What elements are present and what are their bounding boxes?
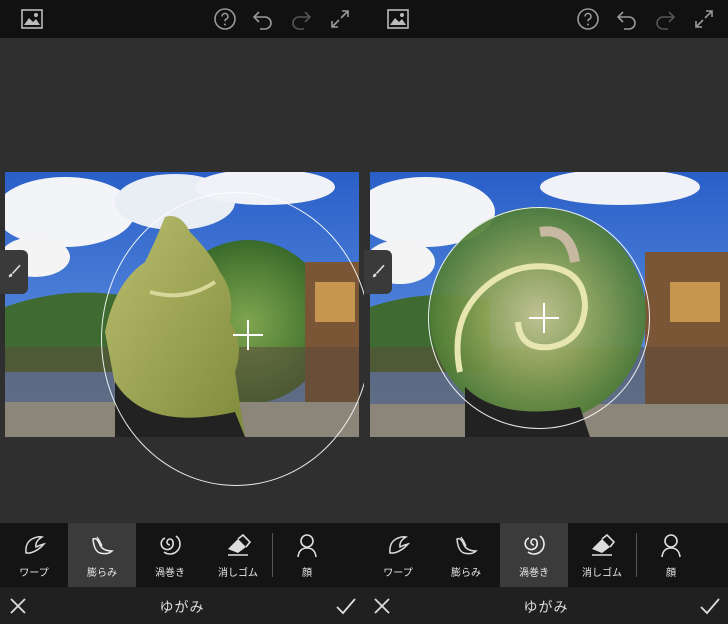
bottom-action-bar: ゆがみ bbox=[0, 587, 364, 624]
confirm-check-icon[interactable] bbox=[334, 594, 358, 618]
tool-face[interactable]: 顔 bbox=[637, 523, 705, 587]
top-toolbar bbox=[0, 0, 364, 38]
tool-label: 渦巻き bbox=[155, 568, 185, 579]
confirm-check-icon[interactable] bbox=[698, 594, 722, 618]
tool-label: ワープ bbox=[383, 568, 413, 579]
face-icon bbox=[297, 534, 317, 558]
warp-icon bbox=[389, 536, 411, 554]
bulge-icon bbox=[456, 536, 478, 555]
brush-icon bbox=[8, 264, 21, 278]
image-gallery-icon[interactable] bbox=[384, 5, 412, 33]
tool-bulge[interactable]: 膨らみ bbox=[68, 523, 136, 587]
tool-label: 膨らみ bbox=[451, 568, 481, 579]
tool-swirl[interactable]: 渦巻き bbox=[136, 523, 204, 587]
brush-settings-tab[interactable] bbox=[0, 250, 28, 294]
tool-label: 顔 bbox=[302, 568, 312, 579]
undo-icon[interactable] bbox=[613, 5, 641, 33]
tool-label: 消しゴム bbox=[218, 568, 258, 579]
brush-settings-tab[interactable] bbox=[364, 250, 392, 294]
tool-eraser[interactable]: 消しゴム bbox=[204, 523, 272, 587]
tool-eraser[interactable]: 消しゴム bbox=[568, 523, 636, 587]
help-icon[interactable] bbox=[211, 5, 239, 33]
top-toolbar bbox=[364, 0, 728, 38]
bottom-action-bar: ゆがみ bbox=[364, 587, 728, 624]
tool-warp[interactable]: ワープ bbox=[364, 523, 432, 587]
fullscreen-icon[interactable] bbox=[326, 5, 354, 33]
tool-label: 顔 bbox=[666, 568, 676, 579]
image-gallery-icon[interactable] bbox=[18, 5, 46, 33]
tool-warp[interactable]: ワープ bbox=[0, 523, 68, 587]
tool-face[interactable]: 顔 bbox=[273, 523, 341, 587]
face-icon bbox=[661, 534, 681, 558]
photo-canvas[interactable] bbox=[370, 172, 728, 437]
bulge-icon bbox=[92, 536, 114, 555]
tool-label: 膨らみ bbox=[87, 568, 117, 579]
undo-icon[interactable] bbox=[249, 5, 277, 33]
tool-label: 消しゴム bbox=[582, 568, 622, 579]
tool-label: 渦巻き bbox=[519, 568, 549, 579]
distortion-toolbar: ワープ 膨らみ 渦巻き 消しゴム 顔 bbox=[364, 523, 728, 587]
help-icon[interactable] bbox=[574, 5, 602, 33]
fullscreen-icon[interactable] bbox=[690, 5, 718, 33]
tool-bulge[interactable]: 膨らみ bbox=[432, 523, 500, 587]
photo-canvas[interactable] bbox=[5, 172, 359, 437]
editor-screen-left: ワープ 膨らみ 渦巻き 消しゴム 顔 ゆがみ bbox=[0, 0, 364, 624]
tool-label: ワープ bbox=[19, 568, 49, 579]
redo-icon[interactable] bbox=[651, 5, 679, 33]
swirl-icon bbox=[160, 535, 181, 555]
panel-title: ゆがみ bbox=[523, 600, 569, 616]
tool-swirl[interactable]: 渦巻き bbox=[500, 523, 568, 587]
eraser-icon bbox=[228, 533, 252, 556]
brush-icon bbox=[372, 264, 385, 278]
eraser-icon bbox=[592, 533, 616, 556]
warp-icon bbox=[25, 536, 47, 554]
distortion-toolbar: ワープ 膨らみ 渦巻き 消しゴム 顔 bbox=[0, 523, 364, 587]
editor-screen-right: ワープ 膨らみ 渦巻き 消しゴム 顔 ゆがみ bbox=[364, 0, 728, 624]
panel-title: ゆがみ bbox=[159, 600, 205, 616]
swirl-icon bbox=[524, 535, 545, 555]
redo-icon[interactable] bbox=[287, 5, 315, 33]
